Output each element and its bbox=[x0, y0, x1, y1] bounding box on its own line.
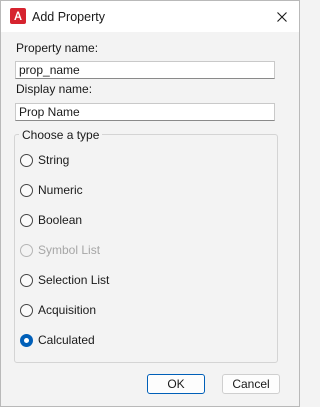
close-icon bbox=[277, 11, 287, 22]
radio-selection-list[interactable]: Selection List bbox=[20, 272, 109, 288]
title-bar: Add Property bbox=[1, 1, 299, 32]
add-property-dialog: Add Property Property name: Display name… bbox=[0, 0, 300, 407]
radio-label: String bbox=[38, 153, 70, 167]
property-name-input[interactable] bbox=[15, 61, 275, 79]
radio-calculated[interactable]: Calculated bbox=[20, 332, 95, 348]
radio-button[interactable] bbox=[20, 273, 33, 287]
radio-button[interactable] bbox=[20, 213, 33, 227]
radio-button-selected[interactable] bbox=[20, 333, 33, 347]
radio-boolean[interactable]: Boolean bbox=[20, 212, 82, 228]
radio-button[interactable] bbox=[20, 153, 33, 167]
radio-label: Symbol List bbox=[38, 243, 101, 257]
radio-button[interactable] bbox=[20, 303, 33, 317]
radio-symbol-list: Symbol List bbox=[20, 242, 100, 258]
display-name-input[interactable] bbox=[15, 103, 275, 121]
radio-numeric[interactable]: Numeric bbox=[20, 182, 83, 198]
radio-button-disabled bbox=[20, 243, 33, 257]
radio-label: Selection List bbox=[38, 273, 110, 287]
radio-label: Numeric bbox=[38, 183, 83, 197]
close-button[interactable] bbox=[265, 1, 299, 32]
type-group-legend: Choose a type bbox=[19, 128, 103, 142]
window-title: Add Property bbox=[32, 10, 105, 24]
app-a-icon bbox=[10, 8, 26, 24]
display-name-label: Display name: bbox=[16, 82, 93, 96]
cancel-button[interactable]: Cancel bbox=[222, 374, 280, 394]
radio-label: Calculated bbox=[38, 333, 95, 347]
radio-label: Acquisition bbox=[38, 303, 97, 317]
radio-string[interactable]: String bbox=[20, 152, 69, 168]
property-name-label: Property name: bbox=[16, 41, 99, 55]
ok-button[interactable]: OK bbox=[147, 374, 205, 394]
radio-acquisition[interactable]: Acquisition bbox=[20, 302, 96, 318]
radio-label: Boolean bbox=[38, 213, 83, 227]
radio-button[interactable] bbox=[20, 183, 33, 197]
